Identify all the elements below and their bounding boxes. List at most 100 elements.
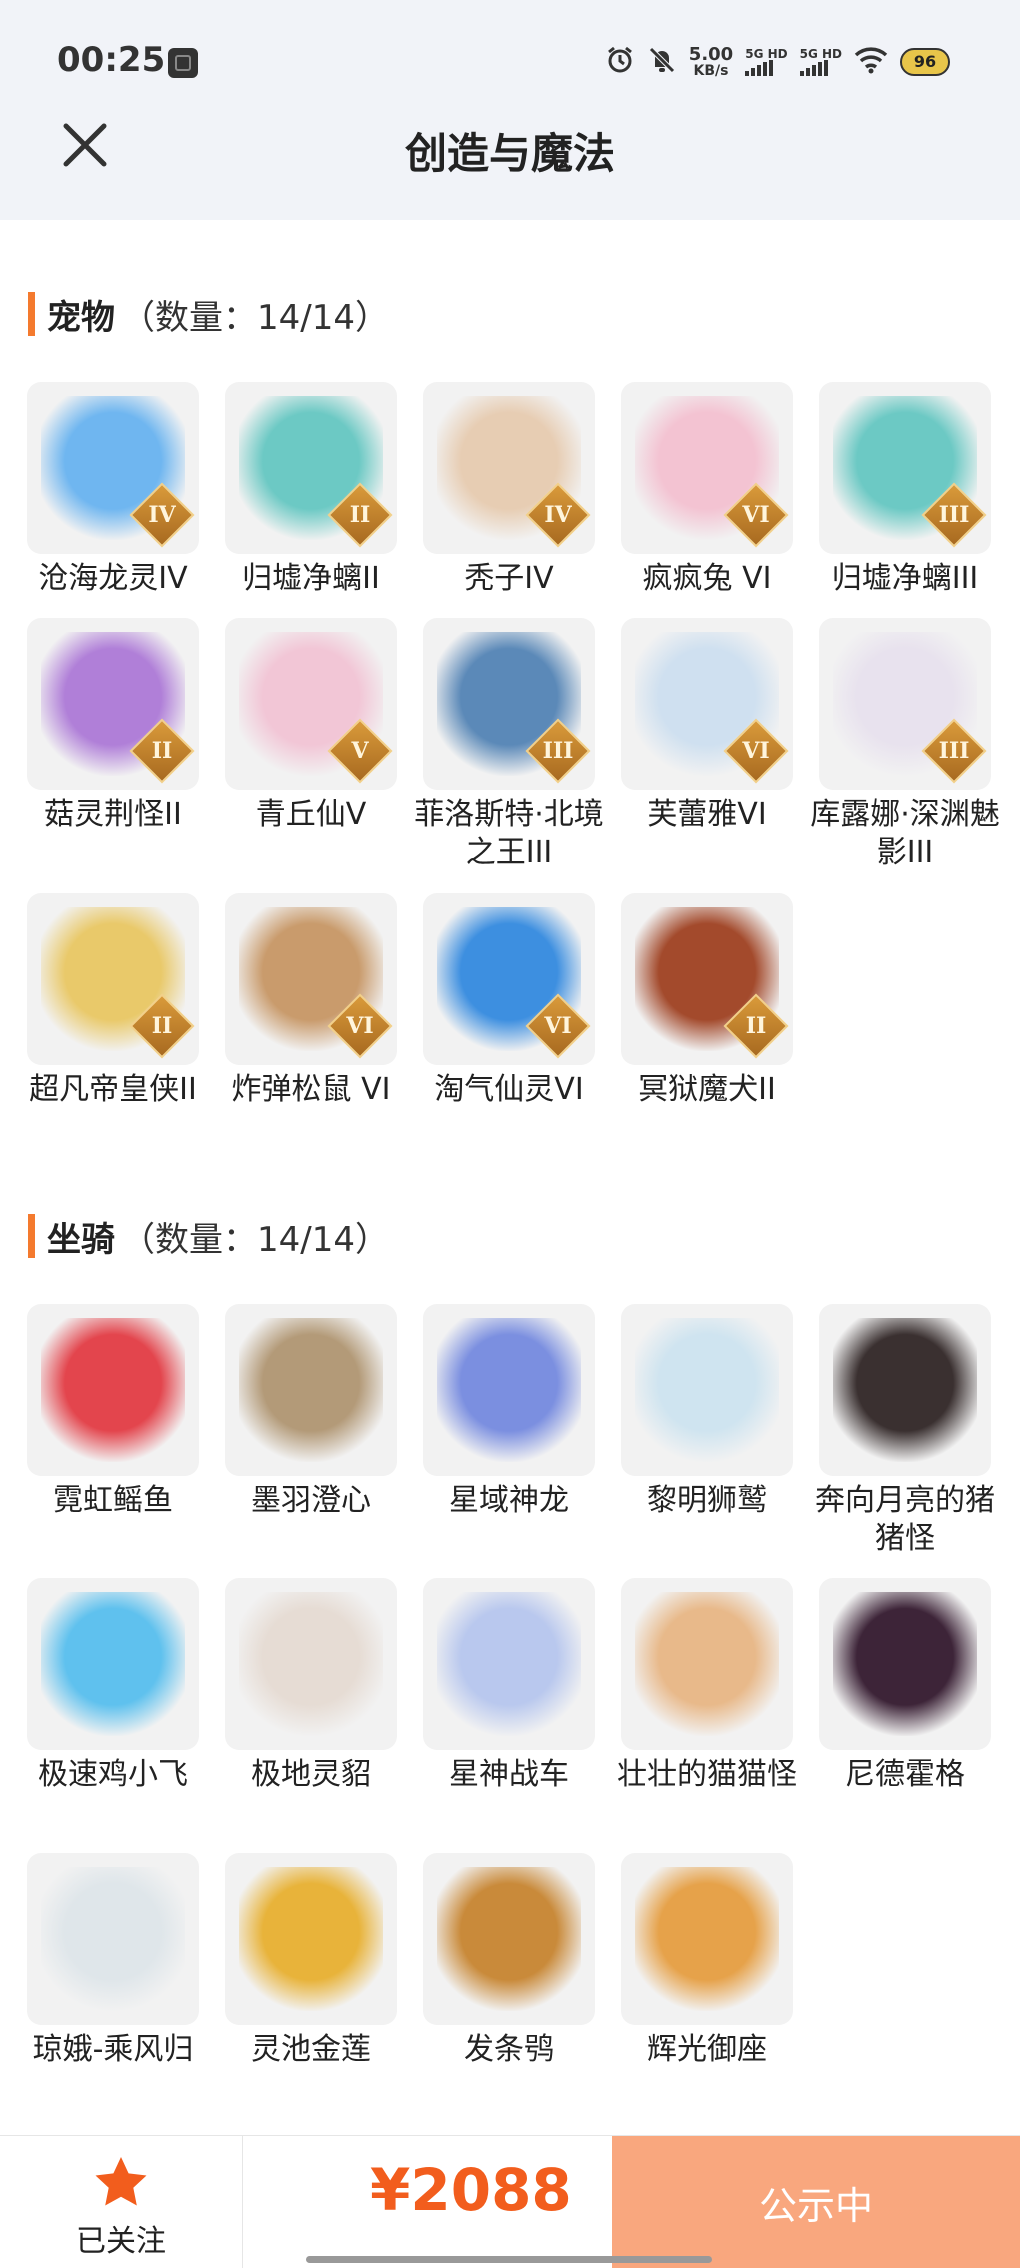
item-thumbnail <box>621 1853 793 2025</box>
mount-item[interactable]: 琼娥-乘风归 <box>14 1853 212 2069</box>
item-name: 青丘仙V <box>255 797 367 832</box>
pet-item[interactable]: III 菲洛斯特·北境之王III <box>410 618 608 872</box>
item-thumbnail: II <box>225 382 397 554</box>
item-thumbnail <box>423 1853 595 2025</box>
mount-item[interactable]: 壮壮的猫猫怪 <box>608 1578 806 1794</box>
pet-item[interactable]: VI 芙蕾雅VI <box>608 618 806 834</box>
pet-item[interactable]: II 冥狱魔犬II <box>608 893 806 1109</box>
rank-label: III <box>542 738 574 764</box>
bottom-bar: 已关注 ¥2088 公示中 <box>0 2135 1020 2268</box>
follow-button[interactable]: 已关注 <box>0 2136 243 2268</box>
pet-item[interactable]: III 库露娜·深渊魅影III <box>806 618 1004 872</box>
pet-item[interactable]: IV 沧海龙灵IV <box>14 382 212 598</box>
item-artwork <box>437 1592 581 1736</box>
mounts-section-header: 坐骑 （数量：14/14） <box>28 1214 389 1260</box>
rank-label: III <box>938 738 970 764</box>
mount-item[interactable]: 星域神龙 <box>410 1304 608 1520</box>
item-name: 芙蕾雅VI <box>647 797 767 832</box>
status-time: 00:25 <box>57 40 166 80</box>
pet-item[interactable]: IV 秃子IV <box>410 382 608 598</box>
item-thumbnail <box>423 1304 595 1476</box>
item-thumbnail <box>225 1853 397 2025</box>
notification-app-icon <box>168 48 198 78</box>
home-indicator[interactable] <box>306 2256 712 2263</box>
pet-item[interactable]: III 归墟净螭III <box>806 382 1004 598</box>
item-artwork <box>239 1867 383 2011</box>
item-thumbnail: II <box>27 893 199 1065</box>
item-thumbnail: IV <box>27 382 199 554</box>
rank-label: VI <box>742 738 770 764</box>
item-name: 霓虹鳐鱼 <box>53 1483 173 1518</box>
item-name: 黎明狮鹫 <box>647 1483 767 1518</box>
item-name: 琼娥-乘风归 <box>32 2032 194 2067</box>
item-name: 淘气仙灵VI <box>434 1072 584 1107</box>
rank-label: II <box>349 502 371 528</box>
mount-item[interactable]: 极地灵貂 <box>212 1578 410 1794</box>
item-thumbnail: V <box>225 618 397 790</box>
section-count: （数量：14/14） <box>121 1219 389 1260</box>
pet-item[interactable]: II 归墟净螭II <box>212 382 410 598</box>
item-artwork <box>635 1318 779 1462</box>
item-artwork <box>41 1867 185 2011</box>
top-bar: 00:25 5.00 KB/s 5G HD 5G HD 96 创造与魔法 <box>0 0 1020 220</box>
sim1-signal: 5G HD <box>745 48 788 76</box>
item-thumbnail: III <box>819 618 991 790</box>
mount-item[interactable]: 奔向月亮的猪猪怪 <box>806 1304 1004 1558</box>
item-artwork <box>833 1318 977 1462</box>
follow-label: 已关注 <box>76 2224 166 2259</box>
item-name: 菲洛斯特·北境之王III <box>414 797 604 870</box>
item-name: 星神战车 <box>449 1757 569 1792</box>
rank-label: VI <box>346 1013 374 1039</box>
mount-item[interactable]: 霓虹鳐鱼 <box>14 1304 212 1520</box>
status-button[interactable]: 公示中 <box>612 2136 1020 2268</box>
item-thumbnail <box>621 1578 793 1750</box>
item-thumbnail: III <box>423 618 595 790</box>
pet-item[interactable]: II 超凡帝皇侠II <box>14 893 212 1109</box>
item-thumbnail: II <box>621 893 793 1065</box>
pet-item[interactable]: VI 炸弹松鼠 VI <box>212 893 410 1109</box>
item-thumbnail: II <box>27 618 199 790</box>
item-name: 发条鸮 <box>464 2032 554 2067</box>
section-count: （数量：14/14） <box>121 297 389 338</box>
item-name: 星域神龙 <box>449 1483 569 1518</box>
section-accent-bar <box>28 1214 35 1258</box>
mount-item[interactable]: 黎明狮鹫 <box>608 1304 806 1520</box>
mount-item[interactable]: 发条鸮 <box>410 1853 608 2069</box>
pet-item[interactable]: V 青丘仙V <box>212 618 410 834</box>
item-name: 极地灵貂 <box>251 1757 371 1792</box>
item-name: 超凡帝皇侠II <box>29 1072 197 1107</box>
mount-item[interactable]: 墨羽澄心 <box>212 1304 410 1520</box>
item-thumbnail: VI <box>621 618 793 790</box>
rank-label: III <box>938 502 970 528</box>
rank-label: VI <box>544 1013 572 1039</box>
mount-item[interactable]: 星神战车 <box>410 1578 608 1794</box>
item-artwork <box>41 1318 185 1462</box>
item-artwork <box>635 1592 779 1736</box>
star-icon <box>95 2157 147 2206</box>
rank-label: VI <box>742 502 770 528</box>
item-thumbnail: III <box>819 382 991 554</box>
status-icons: 5.00 KB/s 5G HD 5G HD 96 <box>605 40 950 84</box>
item-artwork <box>239 1592 383 1736</box>
item-name: 归墟净螭II <box>242 561 380 596</box>
item-thumbnail <box>27 1853 199 2025</box>
alarm-icon <box>605 45 635 80</box>
pet-item[interactable]: VI 淘气仙灵VI <box>410 893 608 1109</box>
mount-item[interactable]: 灵池金莲 <box>212 1853 410 2069</box>
item-thumbnail <box>27 1304 199 1476</box>
mount-item[interactable]: 极速鸡小飞 <box>14 1578 212 1794</box>
mount-item[interactable]: 辉光御座 <box>608 1853 806 2069</box>
section-title: 宠物 <box>47 297 115 338</box>
item-name: 尼德霍格 <box>845 1757 965 1792</box>
pet-item[interactable]: VI 疯疯兔 VI <box>608 382 806 598</box>
mount-item[interactable]: 尼德霍格 <box>806 1578 1004 1794</box>
pet-item[interactable]: II 菇灵荆怪II <box>14 618 212 834</box>
item-thumbnail <box>423 1578 595 1750</box>
item-name: 秃子IV <box>464 561 554 596</box>
item-thumbnail <box>819 1304 991 1476</box>
item-artwork <box>239 1318 383 1462</box>
item-artwork <box>635 1867 779 2011</box>
net-speed: 5.00 KB/s <box>688 44 734 79</box>
item-name: 菇灵荆怪II <box>44 797 182 832</box>
item-name: 炸弹松鼠 VI <box>231 1072 391 1107</box>
